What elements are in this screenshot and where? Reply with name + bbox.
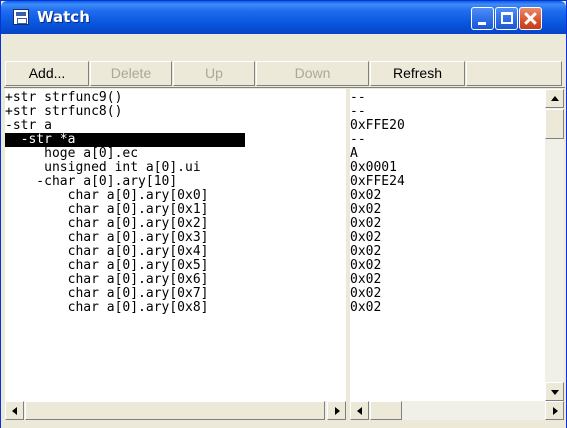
vertical-scroll-thumb[interactable] xyxy=(545,109,564,139)
value-scroll-left-button[interactable] xyxy=(350,401,369,420)
expression-horizontal-scrollbar[interactable] xyxy=(5,401,346,420)
scroll-left-arrow-icon xyxy=(357,407,362,415)
watch-value-cell[interactable]: 0xFFE24 xyxy=(350,175,405,189)
watch-expression-row[interactable]: char a[0].ary[0x0] xyxy=(5,189,209,203)
watch-expression-row[interactable]: char a[0].ary[0x1] xyxy=(5,203,209,217)
watch-value-cell[interactable]: 0x02 xyxy=(350,189,381,203)
maximize-icon xyxy=(501,12,513,24)
watch-expression-row[interactable]: hoge a[0].ec xyxy=(5,147,138,161)
watch-expression-row[interactable]: -str a xyxy=(5,119,52,133)
watch-expression-row[interactable]: char a[0].ary[0x3] xyxy=(5,231,209,245)
toolbar-divider xyxy=(4,87,565,88)
watch-value-cell[interactable]: 0x02 xyxy=(350,273,381,287)
scroll-right-arrow-icon xyxy=(335,407,340,415)
vertical-scrollbar[interactable] xyxy=(545,89,564,401)
watch-value-cell[interactable]: 0x02 xyxy=(350,231,381,245)
watch-expression-row[interactable]: -char a[0].ary[10] xyxy=(5,175,177,189)
up-button[interactable]: Up xyxy=(173,61,255,86)
watch-expression-row[interactable]: char a[0].ary[0x5] xyxy=(5,259,209,273)
minimize-button[interactable] xyxy=(471,7,494,30)
toolbar-extra-button[interactable] xyxy=(466,61,562,86)
watch-value-cell[interactable]: 0x02 xyxy=(350,245,381,259)
watch-expression-row[interactable]: char a[0].ary[0x8] xyxy=(5,301,209,315)
watch-expression-row[interactable]: +str strfunc9() xyxy=(5,91,122,105)
title-bar[interactable]: Watch xyxy=(1,1,566,34)
watch-value-cell[interactable]: -- xyxy=(350,133,366,147)
watch-expression-row[interactable]: char a[0].ary[0x6] xyxy=(5,273,209,287)
minimize-icon xyxy=(478,22,486,25)
window-title: Watch xyxy=(37,8,90,26)
close-icon xyxy=(520,8,541,29)
expression-scroll-left-button[interactable] xyxy=(5,401,24,420)
add-button[interactable]: Add... xyxy=(5,61,89,86)
watch-window-icon[interactable] xyxy=(13,9,29,25)
scroll-right-arrow-icon xyxy=(553,407,558,415)
scroll-up-arrow-icon xyxy=(551,96,559,101)
scroll-down-arrow-icon xyxy=(551,390,559,395)
expression-horizontal-thumb[interactable] xyxy=(25,401,325,420)
watch-value-cell[interactable]: 0xFFE20 xyxy=(350,119,405,133)
refresh-button[interactable]: Refresh xyxy=(370,61,465,86)
scroll-up-button[interactable] xyxy=(545,89,564,108)
value-horizontal-scrollbar[interactable] xyxy=(350,401,564,420)
window-bottom-border xyxy=(1,421,566,428)
watch-expression-row[interactable]: char a[0].ary[0x2] xyxy=(5,217,209,231)
watch-value-cell[interactable]: -- xyxy=(350,105,366,119)
value-horizontal-thumb[interactable] xyxy=(370,401,402,420)
watch-expression-row[interactable]: char a[0].ary[0x4] xyxy=(5,245,209,259)
watch-value-cell[interactable]: 0x02 xyxy=(350,287,381,301)
value-scroll-right-button[interactable] xyxy=(545,401,564,420)
watch-window: Watch Add... Delete Up Down Refresh +str… xyxy=(0,0,567,428)
expression-scroll-right-button[interactable] xyxy=(327,401,346,420)
watch-value-cell[interactable]: 0x02 xyxy=(350,217,381,231)
watch-value-pane[interactable]: -- -- 0xFFE20 -- A 0x0001 0xFFE24 0x02 0x02 0x02 0… xyxy=(350,89,545,401)
watch-expression-row[interactable]: unsigned int a[0].ui xyxy=(5,161,201,175)
watch-value-cell[interactable]: -- xyxy=(350,91,366,105)
watch-expression-row[interactable]: char a[0].ary[0x7] xyxy=(5,287,209,301)
watch-expression-pane[interactable]: +str strfunc9() +str strfunc8() -str a -st… xyxy=(5,89,346,401)
maximize-button[interactable] xyxy=(495,7,518,30)
watch-value-cell[interactable]: A xyxy=(350,147,358,161)
delete-button[interactable]: Delete xyxy=(90,61,172,86)
watch-value-cell[interactable]: 0x02 xyxy=(350,301,381,315)
watch-value-cell[interactable]: 0x02 xyxy=(350,203,381,217)
watch-expression-row[interactable]: +str strfunc8() xyxy=(5,105,122,119)
scroll-down-button[interactable] xyxy=(545,382,564,401)
watch-value-cell[interactable]: 0x0001 xyxy=(350,161,397,175)
scroll-left-arrow-icon xyxy=(12,407,17,415)
close-button[interactable] xyxy=(519,7,542,30)
watch-value-cell[interactable]: 0x02 xyxy=(350,259,381,273)
watch-expression-row[interactable]: -str *a xyxy=(5,133,245,147)
down-button[interactable]: Down xyxy=(256,61,369,86)
